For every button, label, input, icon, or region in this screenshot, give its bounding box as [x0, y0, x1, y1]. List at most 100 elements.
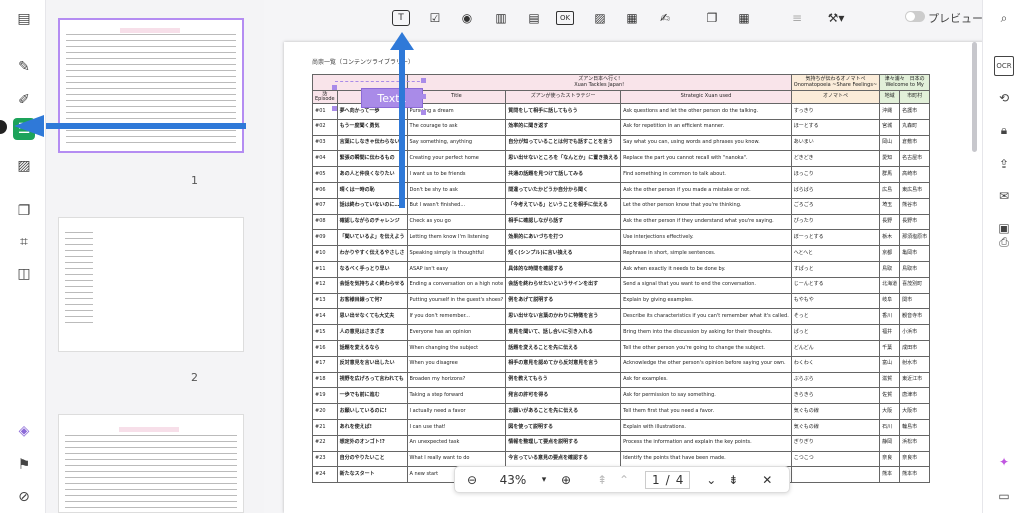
list-box-icon[interactable]: ▤	[523, 7, 545, 29]
episode-cell: #21	[312, 418, 338, 436]
onomato-cell: ぎりぎり	[790, 434, 881, 452]
resize-handle[interactable]	[421, 78, 426, 83]
properties-icon[interactable]: ≡	[786, 7, 808, 29]
episode-cell: #17	[312, 355, 338, 373]
city-cell: 東広島市	[899, 181, 931, 199]
onomato-cell: そっと	[790, 308, 881, 326]
bookmark-icon[interactable]: ⚑	[13, 454, 35, 476]
region-cell: 鳥取	[879, 260, 901, 278]
close-icon[interactable]: ✕	[756, 473, 778, 487]
radio-button-icon[interactable]: ◉	[456, 7, 478, 29]
episode-cell: #07	[312, 197, 338, 215]
strategy-ja-cell: 例をあげて説明する	[505, 292, 622, 310]
episode-cell: #19	[312, 387, 338, 405]
strategy-ja-cell: 図を使って説明する	[505, 418, 622, 436]
onomato-cell: こつこつ	[790, 450, 881, 468]
next-page-icon[interactable]: ⌄	[700, 473, 722, 487]
title-en-cell: I can use that!	[406, 418, 507, 436]
share-icon[interactable]: ⇪	[994, 154, 1014, 174]
table-row: #06 晴くは一時の恥 Don't be shy to ask 間違っていたかどうか自…	[312, 181, 931, 199]
table-row: #23 自分のやりたいこと What I really want to do 今言って…	[312, 450, 931, 468]
protect-icon[interactable]: 🔒︎	[994, 120, 1014, 140]
edit-icon[interactable]: ✐	[13, 89, 35, 111]
last-page-icon[interactable]: ⇟	[722, 473, 744, 487]
vertical-scrollbar[interactable]	[972, 42, 977, 152]
tools-icon[interactable]: ⚒▾	[822, 7, 850, 29]
table-row: #09 「聞いているよ」を伝えよう Letting them know I'm li…	[312, 229, 931, 247]
region-cell: 佐賀	[879, 387, 901, 405]
city-cell: 鳥取市	[899, 260, 931, 278]
crop-icon[interactable]: ⌗	[13, 231, 35, 253]
city-cell: 丸森町	[899, 118, 931, 136]
text-field-icon[interactable]: T	[392, 10, 410, 26]
thumbnail-page-3[interactable]	[58, 414, 244, 513]
strategy-ja-cell: 自分が知っていることは何でも話すことを言う	[505, 134, 622, 152]
region-cell: 滋賀	[879, 371, 901, 389]
strategy-ja-cell: 情報を整理して要点を説明する	[505, 434, 622, 452]
text-field-annotation[interactable]: Text1	[361, 88, 423, 108]
strategy-ja-cell: 短く(シンプル)に言い換える	[505, 245, 622, 262]
thumbnail-page-1[interactable]	[58, 18, 244, 153]
zoom-level[interactable]: 43%	[493, 473, 533, 487]
table-row: #05 あの人と仲良くなりたい I want us to be friends 共通の…	[312, 166, 931, 183]
thumbnail-page-2[interactable]	[58, 217, 244, 352]
city-cell: 長野市	[899, 213, 931, 231]
grid-icon[interactable]: ▦	[733, 7, 755, 29]
title-en-cell: When changing the subject	[406, 339, 507, 357]
title-ja-cell: 緊張の瞬間に伝わるもの	[336, 150, 408, 168]
zoom-in-icon[interactable]: ⊕	[555, 473, 577, 487]
ocr-icon[interactable]: OCR	[994, 56, 1014, 76]
text-box-icon[interactable]: ▥	[490, 7, 512, 29]
strategy-en-cell: Use interjections effectively.	[620, 229, 792, 247]
align-icon[interactable]: ❐	[701, 7, 723, 29]
onomato-cell: ばらばら	[790, 181, 881, 199]
ai-assistant-icon[interactable]: ✦	[994, 452, 1014, 472]
strategy-ja-cell: 効率的に聞き返す	[505, 118, 622, 136]
table-row: #10 わかりやすく伝えるやさしさ Speaking simply is thoug…	[312, 245, 931, 262]
button-ok-icon[interactable]: OK	[556, 11, 574, 25]
first-page-icon[interactable]: ⇞	[591, 473, 613, 487]
strategy-en-cell: Acknowledge the other person's opinion b…	[620, 355, 792, 373]
onomato-cell: 気ぐもの線	[790, 418, 881, 436]
resize-handle[interactable]	[421, 94, 426, 99]
city-cell: 輪島市	[899, 418, 931, 436]
convert-icon[interactable]: ⟲	[994, 88, 1014, 108]
resize-handle[interactable]	[332, 106, 337, 111]
save-icon[interactable]: ⎙	[994, 232, 1014, 252]
arrow-left-icon	[14, 115, 44, 137]
prev-page-icon[interactable]: ⌃	[613, 473, 635, 487]
title-ja-cell: なるべく手っとり早い	[336, 260, 408, 278]
layers-icon[interactable]: ◈	[13, 420, 35, 442]
sub-city: 市町村	[899, 90, 931, 104]
table-row: #04 緊張の瞬間に伝わるもの Creating your perfect home…	[312, 150, 931, 168]
table-row: #02 もう一度聞く勇気 The courage to ask 効率的に聞き返す Ask…	[312, 118, 931, 136]
organize-pages-icon[interactable]: ❐	[13, 200, 35, 222]
resize-handle[interactable]	[421, 110, 426, 115]
preview-toggle[interactable]	[905, 11, 925, 22]
zoom-out-icon[interactable]: ⊖	[461, 473, 483, 487]
date-icon[interactable]: ▦	[621, 7, 643, 29]
sub-onomato: オノマトペ	[790, 90, 881, 104]
image-icon[interactable]: ▨	[589, 7, 611, 29]
onomato-cell: ぱっと	[790, 324, 881, 341]
chat-icon[interactable]: ▭	[994, 486, 1014, 506]
region-cell: 北海道	[879, 276, 901, 294]
signature-icon[interactable]: ✍	[654, 7, 676, 29]
search-icon[interactable]: ⌕	[994, 8, 1014, 28]
page-indicator[interactable]: 1 / 4	[645, 470, 691, 489]
checkbox-icon[interactable]: ☑	[424, 7, 446, 29]
table-row: #14 思い出せなくても大丈夫 If you don't remember... 思い…	[312, 308, 931, 326]
strategy-en-cell: Find something in common to talk about.	[620, 166, 792, 183]
zoom-dropdown-icon[interactable]: ▾	[533, 475, 555, 485]
compare-icon[interactable]: ◫	[13, 263, 35, 285]
table-row: #07 話は終わっていないのに… But I wasn't finished... 「…	[312, 197, 931, 215]
episode-cell: #03	[312, 134, 338, 152]
resize-handle[interactable]	[332, 85, 337, 90]
email-icon[interactable]: ✉	[994, 186, 1014, 206]
onomato-cell: もやもや	[790, 292, 881, 310]
reader-icon[interactable]: ▤	[13, 8, 35, 30]
sub-episode-en: Episode	[315, 96, 335, 102]
comment-icon[interactable]: ✎	[13, 56, 35, 78]
fill-sign-icon[interactable]: ▨	[13, 155, 35, 177]
attachment-icon[interactable]: ⊘	[13, 486, 35, 508]
